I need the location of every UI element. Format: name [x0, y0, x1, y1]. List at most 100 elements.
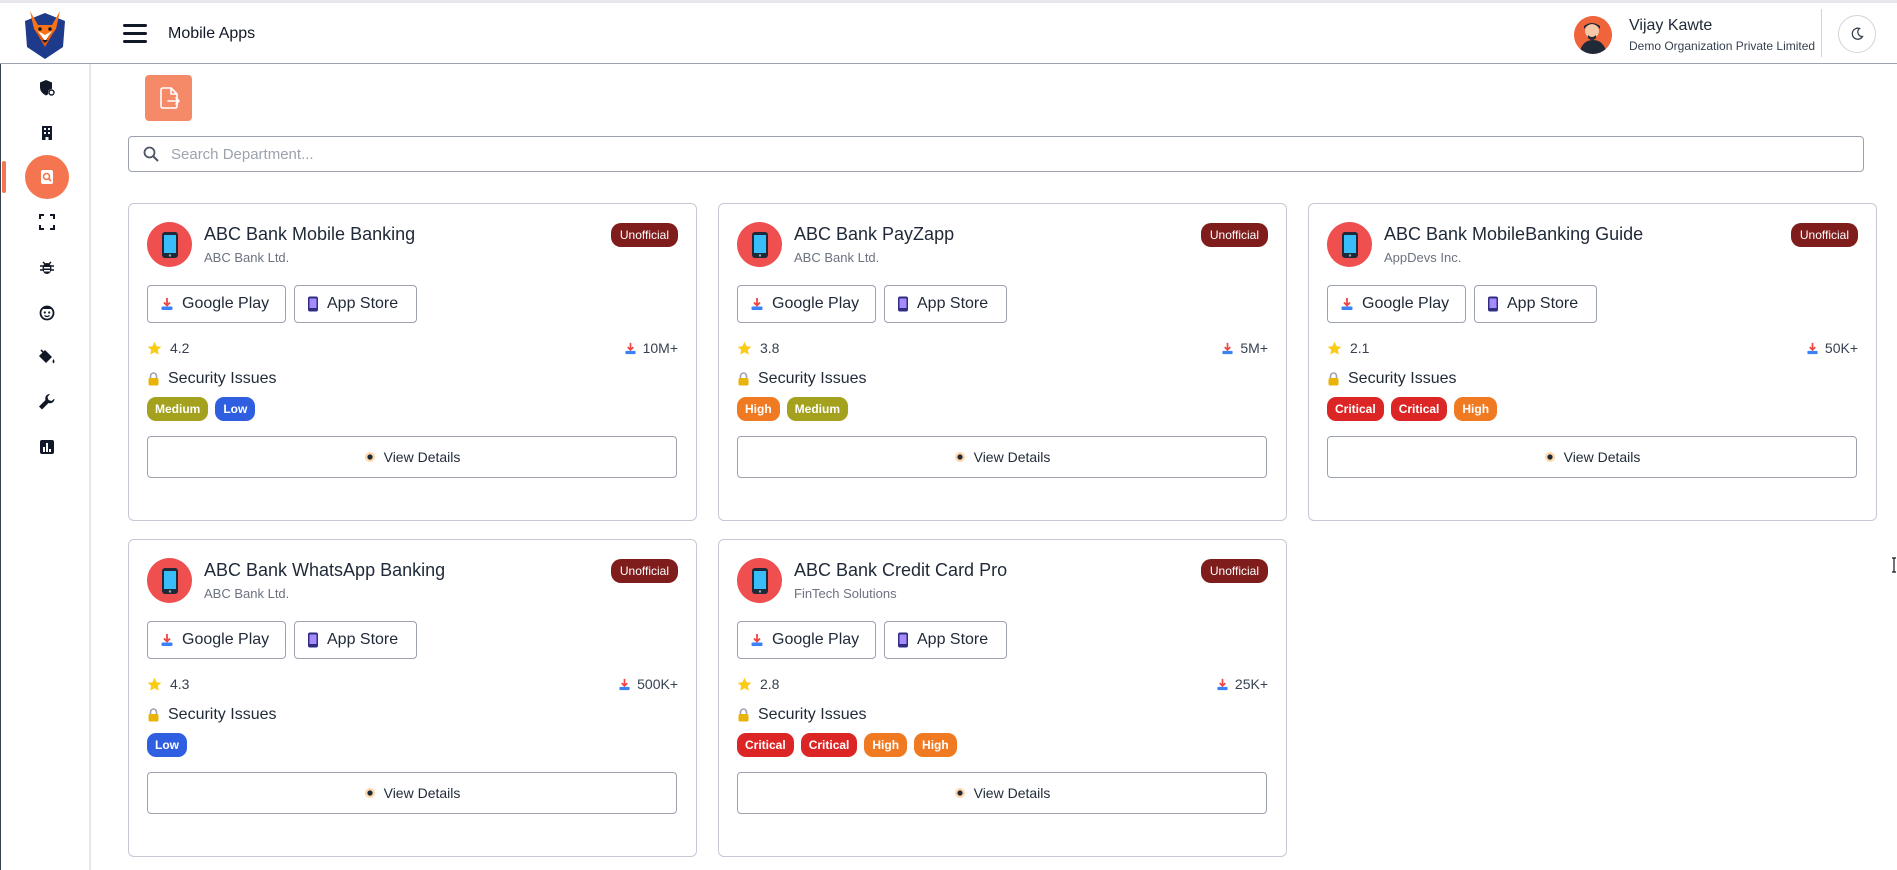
app-developer: ABC Bank Ltd. [794, 250, 880, 265]
theme-toggle-button[interactable] [1838, 15, 1876, 53]
app-rating: 3.8 [737, 340, 779, 356]
rating-value: 4.3 [170, 676, 190, 692]
user-name[interactable]: Vijay Kawte [1629, 17, 1712, 35]
header-divider [1821, 9, 1822, 57]
severity-badge-low: Low [147, 733, 187, 757]
downloads-value: 500K+ [637, 676, 678, 692]
download-icon [1217, 678, 1228, 690]
sidebar-scrollbar[interactable] [89, 64, 91, 870]
security-issues-label: Security Issues [168, 706, 277, 723]
app-card: ABC Bank WhatsApp Banking ABC Bank Ltd. … [128, 539, 697, 857]
sidebar-item-mobile-apps[interactable] [25, 155, 69, 199]
app-store-label: App Store [917, 295, 989, 312]
severity-badge-high: High [1454, 397, 1498, 421]
download-icon [1222, 342, 1233, 354]
view-details-button[interactable]: View Details [737, 772, 1267, 814]
security-issues-heading: Security Issues [147, 706, 276, 724]
app-card: ABC Bank MobileBanking Guide AppDevs Inc… [1308, 203, 1877, 521]
search-bar [128, 136, 1864, 172]
mobile-phone-icon [751, 567, 768, 594]
face-icon [39, 305, 55, 321]
app-developer: ABC Bank Ltd. [204, 586, 290, 601]
menu-toggle-button[interactable] [123, 24, 147, 44]
fox-logo-icon[interactable] [22, 7, 68, 61]
sidebar-item-organization[interactable] [25, 111, 69, 155]
sidebar-edge [0, 64, 1, 870]
security-issues-label: Security Issues [168, 370, 277, 387]
sidebar-item-scanner[interactable] [25, 200, 69, 244]
sidebar-item-brand-monitoring[interactable] [25, 290, 69, 334]
export-file-icon [159, 87, 180, 109]
lock-icon [148, 372, 159, 386]
security-issues-label: Security Issues [758, 370, 867, 387]
eye-icon [1544, 452, 1555, 462]
app-name[interactable]: ABC Bank MobileBanking Guide [1384, 224, 1643, 245]
google-play-button[interactable]: Google Play [147, 285, 286, 323]
download-icon [751, 298, 763, 310]
mobile-phone-icon [898, 296, 908, 312]
app-developer: ABC Bank Ltd. [204, 250, 290, 265]
user-organization: Demo Organization Private Limited [1629, 39, 1816, 53]
app-icon [737, 222, 782, 267]
rating-value: 4.2 [170, 340, 190, 356]
security-issues-label: Security Issues [758, 706, 867, 723]
search-department-input[interactable] [171, 137, 1851, 171]
export-button[interactable] [145, 75, 192, 121]
fullscreen-icon [39, 214, 55, 230]
app-rating: 4.3 [147, 676, 189, 692]
view-details-button[interactable]: View Details [147, 772, 677, 814]
download-icon [161, 634, 173, 646]
app-name[interactable]: ABC Bank Mobile Banking [204, 224, 415, 245]
building-icon [42, 126, 52, 140]
google-play-button[interactable]: Google Play [147, 621, 286, 659]
severity-badge-high: High [737, 397, 780, 421]
bar-chart-icon [40, 440, 54, 454]
view-details-button[interactable]: View Details [147, 436, 677, 478]
app-rating: 2.8 [737, 676, 779, 692]
app-store-label: App Store [1507, 295, 1579, 312]
rating-value: 2.1 [1350, 340, 1370, 356]
view-details-button[interactable]: View Details [1327, 436, 1857, 478]
star-icon [737, 341, 752, 355]
download-icon [1341, 298, 1353, 310]
google-play-button[interactable]: Google Play [737, 621, 876, 659]
search-document-icon [41, 170, 53, 184]
mobile-phone-icon [751, 231, 768, 258]
app-store-label: App Store [327, 631, 399, 648]
app-store-button[interactable]: App Store [884, 621, 1007, 659]
star-icon [147, 341, 162, 355]
moon-icon [1851, 27, 1864, 40]
app-store-button[interactable]: App Store [1474, 285, 1597, 323]
app-store-button[interactable]: App Store [294, 621, 417, 659]
app-name[interactable]: ABC Bank WhatsApp Banking [204, 560, 445, 581]
app-rating: 2.1 [1327, 340, 1369, 356]
google-play-label: Google Play [182, 295, 270, 312]
mobile-phone-icon [161, 567, 178, 594]
sidebar-item-vulnerabilities[interactable] [25, 245, 69, 289]
app-rating: 4.2 [147, 340, 189, 356]
severity-badge-low: Low [215, 397, 256, 421]
sidebar-item-reports[interactable] [25, 425, 69, 469]
eye-icon [954, 788, 965, 798]
sidebar-item-tools[interactable] [25, 380, 69, 424]
app-store-button[interactable]: App Store [294, 285, 417, 323]
severity-badges: Critical Critical High [1327, 397, 1498, 421]
google-play-button[interactable]: Google Play [1327, 285, 1466, 323]
hamburger-line [123, 40, 147, 43]
download-icon [161, 298, 173, 310]
app-name[interactable]: ABC Bank PayZapp [794, 224, 954, 245]
unofficial-badge: Unofficial [1200, 223, 1268, 247]
view-details-button[interactable]: View Details [737, 436, 1267, 478]
severity-badge-high: High [914, 733, 957, 757]
google-play-button[interactable]: Google Play [737, 285, 876, 323]
user-avatar[interactable] [1574, 16, 1612, 54]
sidebar-item-themes[interactable] [25, 335, 69, 379]
shield-gear-icon [40, 80, 55, 96]
unofficial-badge: Unofficial [1200, 559, 1268, 583]
app-store-button[interactable]: App Store [884, 285, 1007, 323]
app-name[interactable]: ABC Bank Credit Card Pro [794, 560, 1007, 581]
sidebar-item-security-settings[interactable] [25, 66, 69, 110]
app-downloads: 500K+ [618, 676, 678, 692]
lock-icon [738, 708, 749, 722]
google-play-label: Google Play [182, 631, 270, 648]
